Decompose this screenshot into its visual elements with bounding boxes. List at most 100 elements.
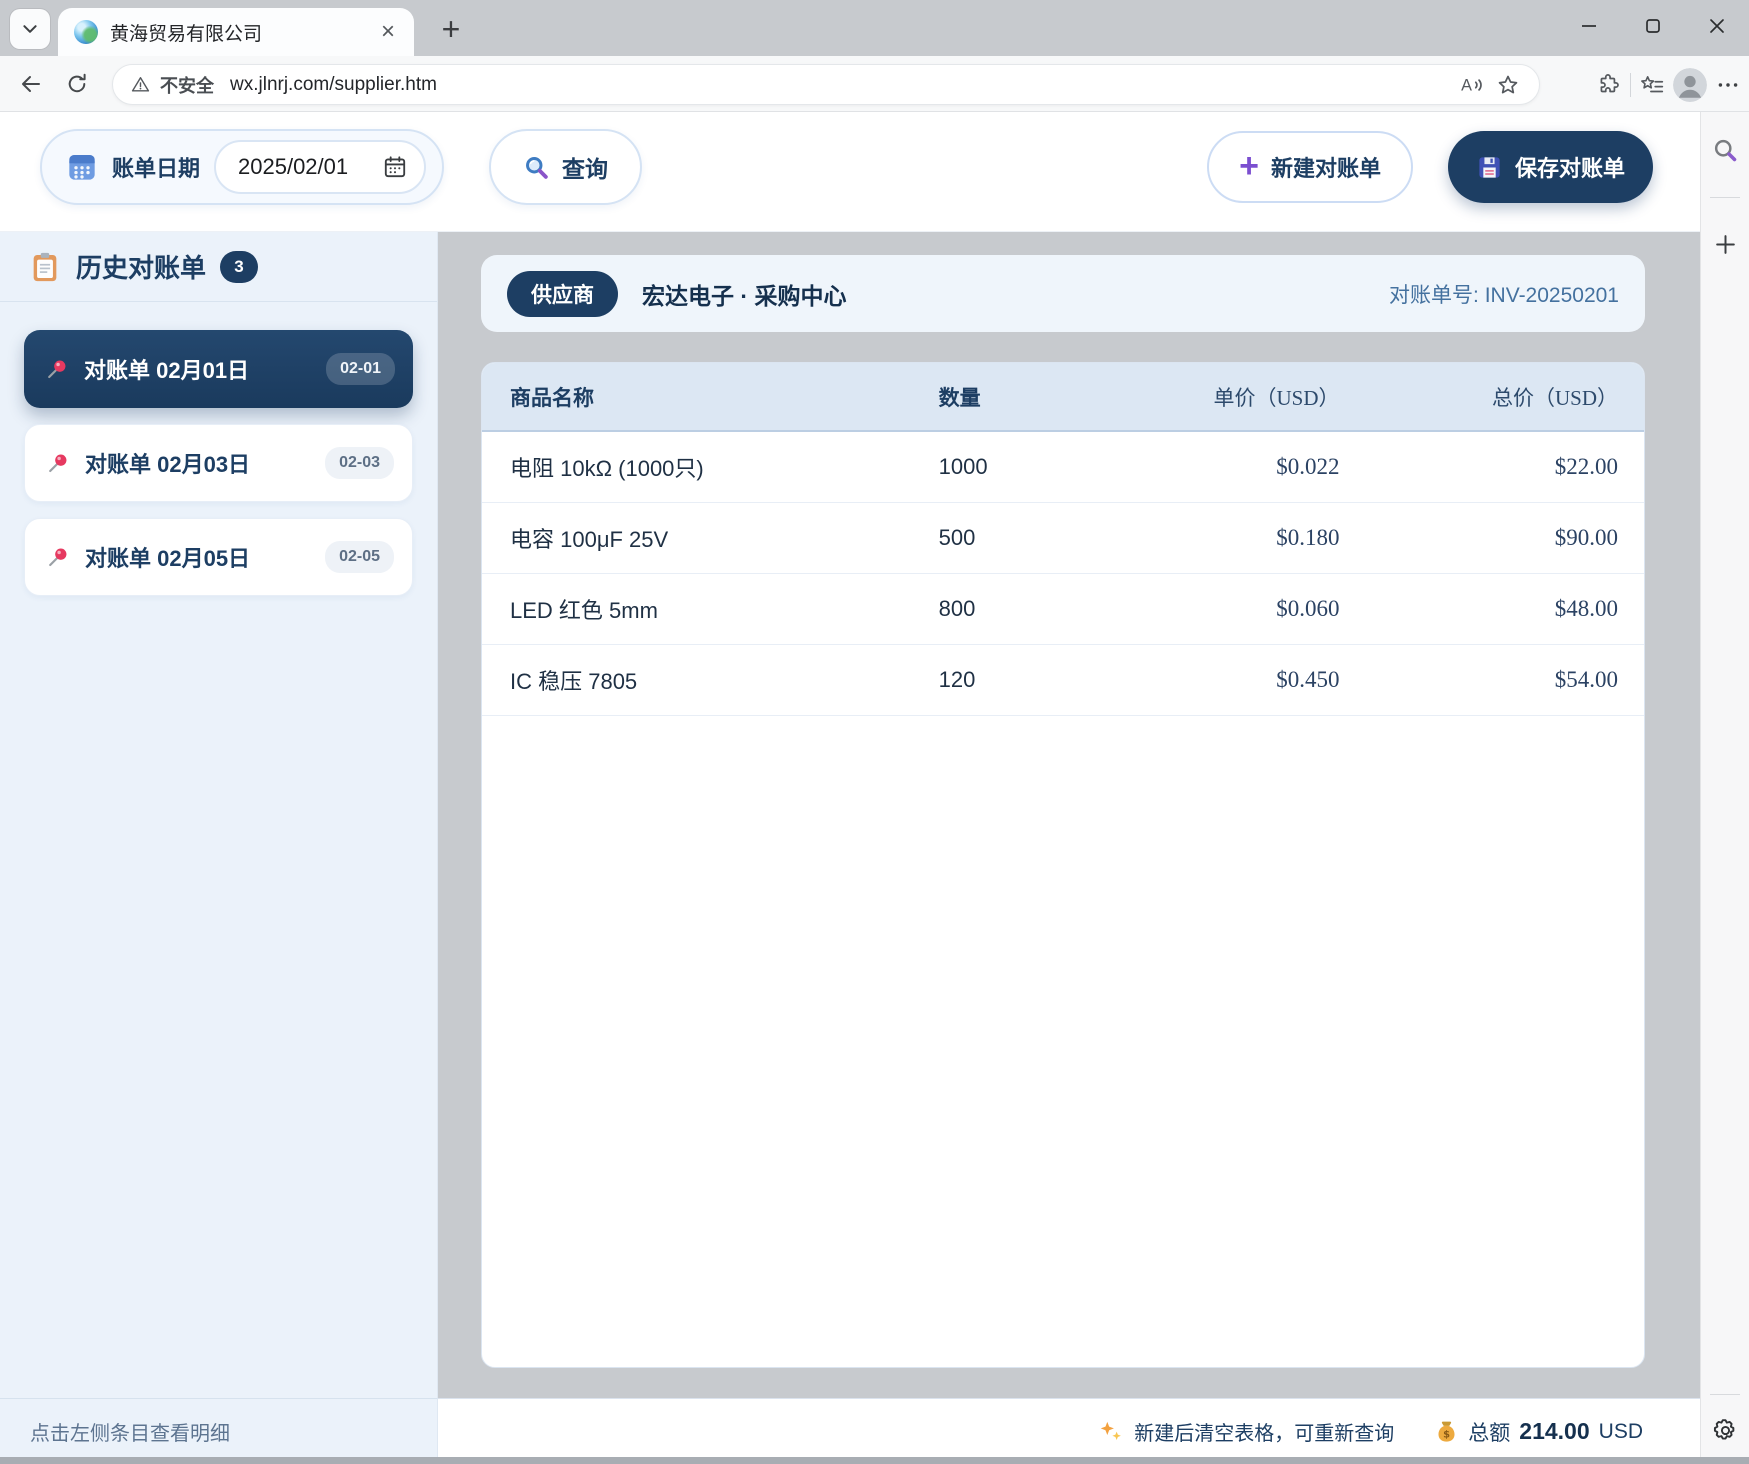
sparkles-icon <box>1098 1419 1124 1445</box>
cell-unit-price: $0.180 <box>1121 502 1339 573</box>
history-header: 历史对账单 3 <box>0 232 437 302</box>
footer-hint-text: 新建后清空表格，可重新查询 <box>1134 1417 1394 1446</box>
back-arrow-icon <box>19 72 43 96</box>
tab-close-icon[interactable]: × <box>374 18 402 46</box>
svg-text:A: A <box>1461 76 1472 94</box>
refresh-button[interactable] <box>60 67 94 101</box>
cell-total-price: $48.00 <box>1340 573 1644 644</box>
sidebar-item-label: 对账单 02月05日 <box>85 541 311 573</box>
pushpin-icon <box>44 356 70 382</box>
query-button[interactable]: 查询 <box>489 129 642 205</box>
not-secure-warning-icon <box>131 75 150 94</box>
footer-hint: 新建后清空表格，可重新查询 <box>1098 1417 1394 1446</box>
app-toolbar: 账单日期 2025/02/01 查询 + 新建对账单 保存对账单 <box>0 112 1700 232</box>
svg-text:$: $ <box>1443 1429 1450 1440</box>
save-invoice-button[interactable]: 保存对账单 <box>1448 131 1653 203</box>
save-invoice-label: 保存对账单 <box>1515 151 1625 183</box>
total-label: 总额 <box>1468 1417 1510 1447</box>
navbar-right-icons <box>1596 64 1741 105</box>
new-invoice-button[interactable]: + 新建对账单 <box>1207 131 1413 203</box>
search-icon <box>523 154 550 181</box>
more-menu-icon[interactable] <box>1715 72 1741 98</box>
rail-search-button[interactable] <box>1709 134 1742 167</box>
rail-add-button[interactable] <box>1709 228 1742 261</box>
history-sidebar: 历史对账单 3 对账单 02月01日 02-01 对账单 02月03日 02-0… <box>0 232 438 1398</box>
divider <box>1710 1394 1740 1395</box>
search-icon <box>1712 137 1739 164</box>
sidebar-item-date-badge: 02-03 <box>325 447 394 479</box>
profile-avatar[interactable] <box>1673 68 1707 102</box>
bill-date-group: 账单日期 2025/02/01 <box>40 129 444 205</box>
close-button[interactable] <box>1685 0 1749 52</box>
address-bar[interactable]: 不安全 wx.jlnrj.com/supplier.htm A <box>112 64 1540 105</box>
cell-quantity: 120 <box>939 644 1121 715</box>
footer-total: $ 总额 214.00 USD <box>1434 1417 1643 1447</box>
window-controls <box>1557 0 1749 56</box>
table-header-row: 商品名称 数量 单价（USD） 总价（USD） <box>482 363 1644 431</box>
divider <box>1630 73 1631 97</box>
back-button[interactable] <box>14 67 48 101</box>
history-count-badge: 3 <box>220 251 258 283</box>
sidebar-item-invoice-0201[interactable]: 对账单 02月01日 02-01 <box>24 330 413 408</box>
gear-icon <box>1712 1417 1739 1444</box>
plus-icon: + <box>1239 149 1259 183</box>
cell-quantity: 1000 <box>939 431 1121 502</box>
cell-unit-price: $0.022 <box>1121 431 1339 502</box>
query-button-label: 查询 <box>562 150 608 184</box>
close-icon <box>1706 15 1728 37</box>
calendar-icon <box>66 151 98 183</box>
pushpin-icon <box>45 544 71 570</box>
browser-tab[interactable]: 黄海贸易有限公司 × <box>58 8 414 56</box>
refresh-icon <box>65 72 89 96</box>
tab-title: 黄海贸易有限公司 <box>110 19 362 46</box>
cell-total-price: $54.00 <box>1340 644 1644 715</box>
col-unit-price: 单价（USD） <box>1121 363 1339 431</box>
rail-settings-button[interactable] <box>1709 1414 1742 1447</box>
floppy-disk-icon <box>1476 154 1503 181</box>
favorites-bar-icon[interactable] <box>1639 72 1665 98</box>
bill-date-input[interactable]: 2025/02/01 <box>214 140 426 194</box>
extensions-puzzle-icon[interactable] <box>1596 72 1622 98</box>
cell-quantity: 800 <box>939 573 1121 644</box>
minimize-button[interactable] <box>1557 0 1621 52</box>
table-row: 电容 100μF 25V 500 $0.180 $90.00 <box>482 502 1644 573</box>
security-label: 不安全 <box>160 72 214 98</box>
cell-product-name: IC 稳压 7805 <box>482 644 939 715</box>
sidebar-item-date-badge: 02-05 <box>325 541 394 573</box>
history-title: 历史对账单 <box>76 248 206 285</box>
new-invoice-label: 新建对账单 <box>1271 151 1381 183</box>
sidebar-footer-hint: 点击左侧条目查看明细 <box>0 1398 438 1464</box>
sidebar-item-label: 对账单 02月03日 <box>85 447 311 479</box>
browser-side-rail <box>1700 112 1749 1464</box>
url-text: wx.jlnrj.com/supplier.htm <box>230 74 437 96</box>
plus-icon <box>1713 232 1738 257</box>
read-aloud-icon[interactable]: A <box>1459 72 1485 98</box>
sidebar-item-invoice-0205[interactable]: 对账单 02月05日 02-05 <box>24 518 413 596</box>
new-tab-button[interactable]: + <box>432 10 470 48</box>
col-product-name: 商品名称 <box>482 363 939 431</box>
cell-product-name: 电容 100μF 25V <box>482 502 939 573</box>
supplier-header-card: 供应商 宏达电子 · 采购中心 对账单号: INV-20250201 <box>481 255 1645 332</box>
navigation-bar: 不安全 wx.jlnrj.com/supplier.htm A <box>0 56 1749 112</box>
col-quantity: 数量 <box>939 363 1121 431</box>
tab-search-button[interactable] <box>10 9 50 49</box>
invoice-table: 商品名称 数量 单价（USD） 总价（USD） 电阻 10kΩ (1000只) … <box>482 363 1644 716</box>
favorite-star-icon[interactable] <box>1495 72 1521 98</box>
cell-total-price: $22.00 <box>1340 431 1644 502</box>
total-value: 214.00 <box>1519 1418 1589 1445</box>
pushpin-icon <box>45 450 71 476</box>
supplier-badge: 供应商 <box>507 271 618 317</box>
invoice-table-card: 商品名称 数量 单价（USD） 总价（USD） 电阻 10kΩ (1000只) … <box>481 362 1645 1368</box>
chevron-down-icon <box>21 20 39 38</box>
table-row: 电阻 10kΩ (1000只) 1000 $0.022 $22.00 <box>482 431 1644 502</box>
maximize-icon <box>1642 15 1664 37</box>
maximize-button[interactable] <box>1621 0 1685 52</box>
date-picker-icon[interactable] <box>382 154 408 180</box>
cell-quantity: 500 <box>939 502 1121 573</box>
bill-date-value: 2025/02/01 <box>238 154 348 180</box>
cell-unit-price: $0.060 <box>1121 573 1339 644</box>
col-total-price: 总价（USD） <box>1340 363 1644 431</box>
sidebar-item-date-badge: 02-01 <box>326 353 395 385</box>
sidebar-item-invoice-0203[interactable]: 对账单 02月03日 02-03 <box>24 424 413 502</box>
sidebar-item-label: 对账单 02月01日 <box>84 353 312 385</box>
